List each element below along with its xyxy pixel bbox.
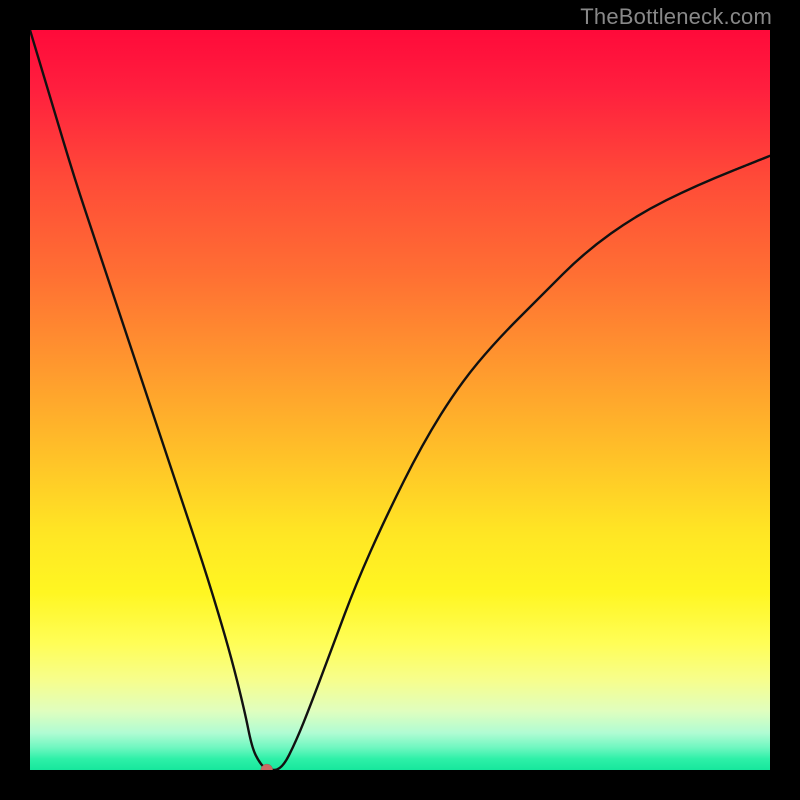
plot-area [30,30,770,770]
chart-frame: TheBottleneck.com [0,0,800,800]
background-gradient [30,30,770,770]
watermark-text: TheBottleneck.com [580,4,772,30]
